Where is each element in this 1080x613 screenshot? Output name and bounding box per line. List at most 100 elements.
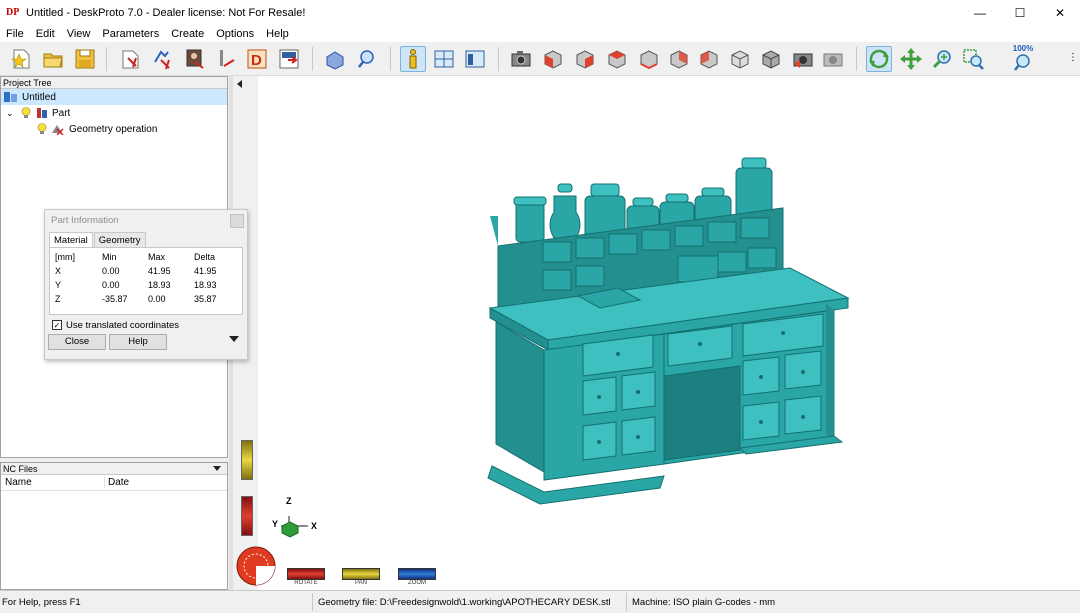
tree-item-geometry-operation[interactable]: Geometry operation	[1, 121, 227, 137]
view-cube-1-icon[interactable]	[540, 46, 566, 72]
axis-z-label: Z	[286, 496, 292, 506]
row-x-min: 0.00	[102, 266, 120, 276]
row-y-min: 0.00	[102, 280, 120, 290]
zoom-tool-icon[interactable]	[929, 46, 955, 72]
pan-mode-label: PAN	[355, 580, 367, 586]
pan-mode-button[interactable]	[342, 568, 380, 580]
nc-files-panel: NC Files Name Date	[0, 462, 228, 590]
column-name[interactable]: Name	[1, 477, 105, 488]
view-cube-5-icon[interactable]	[666, 46, 692, 72]
lightbulb-icon[interactable]	[21, 107, 31, 119]
tab-geometry[interactable]: Geometry	[93, 232, 146, 247]
toolpath-icon[interactable]	[214, 46, 240, 72]
chevron-down-icon[interactable]: ⌄	[6, 108, 16, 119]
rotate-mode-button[interactable]	[287, 568, 325, 580]
zoom-mode-button[interactable]	[398, 568, 436, 580]
tree-item-untitled[interactable]: Untitled	[1, 89, 227, 105]
row-y-max: 18.93	[148, 280, 171, 290]
column-date[interactable]: Date	[105, 477, 129, 488]
rotate-dial-icon[interactable]	[236, 546, 276, 586]
dialog-title[interactable]: Part Information	[45, 210, 247, 232]
maximize-button[interactable]: ☐	[1000, 0, 1040, 25]
search-icon[interactable]	[354, 46, 380, 72]
import-vector-icon[interactable]	[150, 46, 176, 72]
dialog-title-text: Part Information	[51, 215, 119, 226]
row-z-min: -35.87	[102, 294, 128, 304]
lightbulb-icon[interactable]	[37, 123, 47, 135]
help-button[interactable]: Help	[109, 334, 167, 350]
new-file-icon[interactable]	[8, 46, 34, 72]
expand-arrow-icon[interactable]	[229, 336, 239, 342]
import-bitmap-icon[interactable]	[182, 46, 208, 72]
menu-file[interactable]: File	[0, 28, 30, 40]
row-x-axis: X	[55, 266, 62, 276]
translated-coordinates-option[interactable]: ✓ Use translated coordinates	[45, 317, 247, 333]
dxf-icon[interactable]: D	[244, 46, 270, 72]
collapse-arrow-icon[interactable]	[237, 80, 242, 88]
toolbar: D 100% ⋮	[0, 42, 1080, 76]
cube-view-icon[interactable]	[322, 46, 348, 72]
header-min: Min	[102, 252, 117, 262]
view-cube-2-icon[interactable]	[572, 46, 598, 72]
window-icon[interactable]	[462, 46, 488, 72]
tab-material[interactable]: Material	[49, 232, 93, 247]
pan-tool-icon[interactable]	[898, 46, 924, 72]
menu-help[interactable]: Help	[260, 28, 295, 40]
camera-icon[interactable]	[508, 46, 534, 72]
view-iso-icon[interactable]	[727, 46, 753, 72]
3d-viewport[interactable]: Z Y X	[258, 76, 1080, 590]
row-y-axis: Y	[55, 280, 62, 290]
nc-files-columns: Name Date	[1, 475, 227, 491]
header-delta: Delta	[194, 252, 216, 262]
view-iso2-icon[interactable]	[758, 46, 784, 72]
screenshot2-icon[interactable]	[820, 46, 846, 72]
nc-files-header: NC Files	[1, 463, 227, 475]
tree-item-part[interactable]: ⌄ Part	[1, 105, 227, 121]
axis-y-label: Y	[272, 519, 279, 529]
export-icon[interactable]	[276, 46, 302, 72]
menu-options[interactable]: Options	[210, 28, 260, 40]
layout-icon[interactable]	[431, 46, 457, 72]
save-icon[interactable]	[72, 46, 98, 72]
pan-gauge[interactable]	[241, 440, 253, 480]
axis-x-label: X	[311, 521, 318, 531]
status-machine: Machine: ISO plain G-codes - mm	[632, 597, 776, 608]
menu-create[interactable]: Create	[165, 28, 210, 40]
import-geometry-icon[interactable]	[118, 46, 144, 72]
checkbox-label: Use translated coordinates	[66, 319, 180, 331]
dialog-tabs: Material Geometry	[45, 232, 247, 247]
menu-edit[interactable]: Edit	[30, 28, 61, 40]
tree-item-label: Geometry operation	[69, 123, 158, 135]
project-tree-header: Project Tree	[1, 77, 227, 89]
close-button[interactable]: Close	[48, 334, 106, 350]
toolbar-overflow-icon[interactable]: ⋮	[1068, 52, 1078, 66]
menu-view[interactable]: View	[61, 28, 97, 40]
screenshot-icon[interactable]	[790, 46, 816, 72]
rotate-gauge[interactable]	[241, 496, 253, 536]
menu-bar: File Edit View Parameters Create Options…	[0, 25, 1080, 42]
translated-coordinates-checkbox[interactable]: ✓	[52, 320, 62, 330]
header-max: Max	[148, 252, 166, 262]
status-help: For Help, press F1	[2, 597, 81, 608]
part-info-icon[interactable]	[400, 46, 426, 72]
menu-parameters[interactable]: Parameters	[96, 28, 165, 40]
view-cube-3-icon[interactable]	[604, 46, 630, 72]
zoom-window-icon[interactable]	[960, 46, 986, 72]
part-icon	[36, 107, 48, 119]
geometry-operation-icon	[51, 123, 65, 136]
zoom-100-icon[interactable]	[1010, 50, 1036, 76]
desk-model	[487, 157, 850, 505]
minimize-button[interactable]: —	[960, 0, 1000, 25]
dialog-close-icon[interactable]	[230, 214, 244, 228]
rotate-tool-icon[interactable]	[866, 46, 892, 72]
title-bar: DP Untitled - DeskProto 7.0 - Dealer lic…	[0, 0, 1080, 25]
row-y-delta: 18.93	[194, 280, 217, 290]
dropdown-arrow-icon[interactable]	[213, 466, 221, 471]
row-z-delta: 35.87	[194, 294, 217, 304]
close-window-button[interactable]: ✕	[1040, 0, 1080, 25]
view-cube-6-icon[interactable]	[696, 46, 722, 72]
header-unit: [mm]	[55, 252, 75, 262]
axis-indicator	[281, 516, 308, 538]
open-folder-icon[interactable]	[40, 46, 66, 72]
view-cube-4-icon[interactable]	[636, 46, 662, 72]
